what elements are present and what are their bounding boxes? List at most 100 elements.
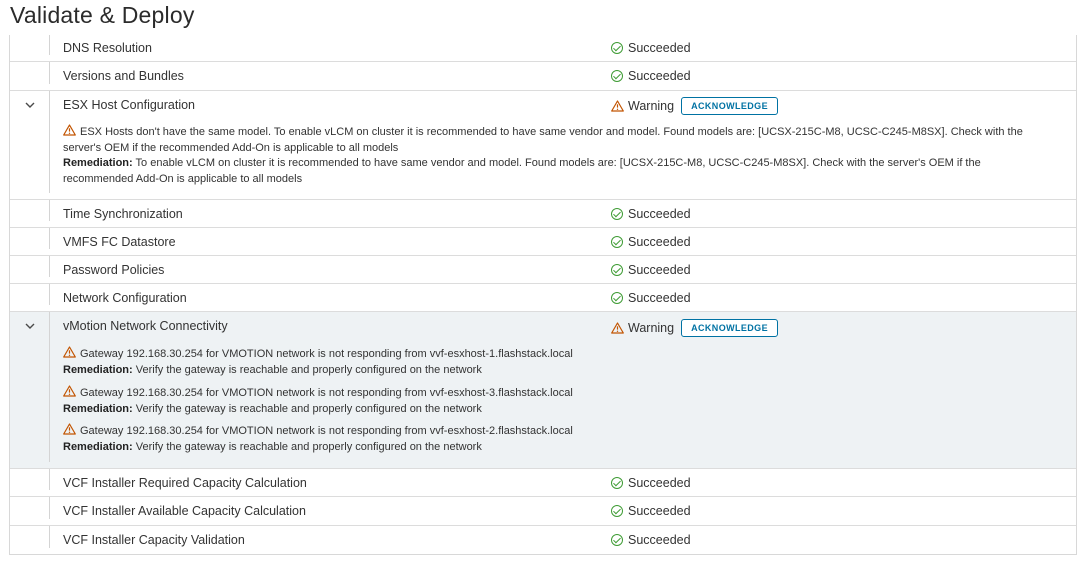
status-succeeded: Succeeded (611, 476, 691, 490)
remediation-line: Remediation: To enable vLCM on cluster i… (63, 156, 1053, 187)
check-circle-icon (611, 534, 623, 546)
check-circle-icon (611, 208, 623, 220)
chevron-down-icon[interactable] (24, 99, 36, 111)
validation-row-vcf-installer-capacity-validation: VCF Installer Capacity Validation Succee… (10, 526, 1076, 554)
check-name: Time Synchronization (63, 207, 183, 221)
warning-triangle-icon (611, 100, 624, 112)
check-circle-icon (611, 236, 623, 248)
check-name: VCF Installer Required Capacity Calculat… (63, 476, 307, 490)
warning-triangle-icon (63, 346, 76, 358)
status-label: Warning (628, 99, 675, 113)
validation-row-network-configuration: Network Configuration Succeeded (10, 284, 1076, 312)
validation-row-time-synchronization: Time Synchronization Succeeded (10, 200, 1076, 228)
validation-row-dns-resolution: DNS Resolution Succeeded (10, 35, 1076, 62)
check-circle-icon (611, 292, 623, 304)
acknowledge-button[interactable]: ACKNOWLEDGE (681, 319, 778, 337)
remediation-line: Remediation: Verify the gateway is reach… (63, 440, 1053, 456)
warning-triangle-icon (63, 385, 76, 397)
message-text-line: Gateway 192.168.30.254 for VMOTION netwo… (63, 346, 1053, 363)
warning-text: ESX Hosts don't have the same model. To … (63, 126, 1023, 154)
status-succeeded: Succeeded (611, 69, 691, 83)
row-divider (49, 312, 50, 462)
status-label: Warning (628, 321, 675, 335)
page-title: Validate & Deploy (10, 2, 195, 28)
row-divider (49, 469, 50, 490)
remediation-label: Remediation: (63, 157, 133, 169)
warning-triangle-icon (611, 322, 624, 334)
status-label: Succeeded (628, 291, 691, 305)
warning-message: Gateway 192.168.30.254 for VMOTION netwo… (63, 346, 1053, 378)
message-text-line: Gateway 192.168.30.254 for VMOTION netwo… (63, 385, 1053, 402)
validation-row-versions-and-bundles: Versions and Bundles Succeeded (10, 62, 1076, 91)
status-succeeded: Succeeded (611, 263, 691, 277)
remediation-label: Remediation: (63, 402, 133, 415)
remediation-text: To enable vLCM on cluster it is recommen… (63, 157, 981, 185)
message-text-line: Gateway 192.168.30.254 for VMOTION netwo… (63, 423, 1053, 440)
warning-message: ESX Hosts don't have the same model. To … (63, 124, 1053, 187)
status-succeeded: Succeeded (611, 41, 691, 55)
validation-row-password-policies: Password Policies Succeeded (10, 256, 1076, 284)
row-divider (49, 35, 50, 55)
validation-row-vmotion-network-connectivity: vMotion Network Connectivity Warning ACK… (10, 312, 1076, 469)
status-label: Succeeded (628, 504, 691, 518)
remediation-text: Verify the gateway is reachable and prop… (135, 363, 482, 376)
remediation-label: Remediation: (63, 440, 133, 453)
warning-triangle-icon (63, 124, 76, 136)
status-label: Succeeded (628, 263, 691, 277)
row-divider (49, 200, 50, 221)
check-circle-icon (611, 477, 623, 489)
validation-results-grid: DNS Resolution Succeeded Versions and Bu… (9, 35, 1077, 555)
chevron-down-icon[interactable] (24, 320, 36, 332)
message-text-line: ESX Hosts don't have the same model. To … (63, 124, 1053, 156)
status-succeeded: Succeeded (611, 504, 691, 518)
validation-row-vmfs-fc-datastore: VMFS FC Datastore Succeeded (10, 228, 1076, 256)
check-name: Versions and Bundles (63, 69, 184, 83)
check-circle-icon (611, 42, 623, 54)
warning-text: Gateway 192.168.30.254 for VMOTION netwo… (80, 348, 573, 360)
row-divider (49, 228, 50, 249)
status-label: Succeeded (628, 207, 691, 221)
check-circle-icon (611, 264, 623, 276)
warning-message: Gateway 192.168.30.254 for VMOTION netwo… (63, 385, 1053, 417)
check-circle-icon (611, 505, 623, 517)
warning-text: Gateway 192.168.30.254 for VMOTION netwo… (80, 425, 573, 437)
row-divider (49, 256, 50, 277)
validation-row-esx-host-configuration: ESX Host Configuration Warning ACKNOWLED… (10, 91, 1076, 200)
check-name: DNS Resolution (63, 41, 152, 55)
check-circle-icon (611, 70, 623, 82)
status-warning: Warning ACKNOWLEDGE (611, 97, 778, 115)
check-name: Network Configuration (63, 291, 187, 305)
remediation-text: Verify the gateway is reachable and prop… (135, 440, 482, 453)
status-label: Succeeded (628, 533, 691, 547)
status-succeeded: Succeeded (611, 235, 691, 249)
remediation-text: Verify the gateway is reachable and prop… (135, 402, 482, 415)
remediation-line: Remediation: Verify the gateway is reach… (63, 402, 1053, 418)
remediation-line: Remediation: Verify the gateway is reach… (63, 363, 1053, 379)
check-name: VMFS FC Datastore (63, 235, 176, 249)
row-divider (49, 497, 50, 519)
check-name: ESX Host Configuration (63, 98, 196, 112)
warning-text: Gateway 192.168.30.254 for VMOTION netwo… (80, 387, 573, 399)
status-succeeded: Succeeded (611, 533, 691, 547)
row-divider (49, 62, 50, 84)
check-name: Password Policies (63, 263, 165, 277)
check-name: VCF Installer Available Capacity Calcula… (63, 504, 306, 518)
status-label: Succeeded (628, 476, 691, 490)
warning-triangle-icon (63, 423, 76, 435)
row-divider (49, 284, 50, 305)
status-succeeded: Succeeded (611, 207, 691, 221)
status-label: Succeeded (628, 235, 691, 249)
row-divider (49, 91, 50, 193)
warning-message: Gateway 192.168.30.254 for VMOTION netwo… (63, 423, 1053, 455)
validation-row-vcf-installer-required-capacity: VCF Installer Required Capacity Calculat… (10, 469, 1076, 497)
remediation-label: Remediation: (63, 363, 133, 376)
status-label: Succeeded (628, 41, 691, 55)
row-divider (49, 526, 50, 548)
check-name: vMotion Network Connectivity (63, 319, 228, 333)
status-succeeded: Succeeded (611, 291, 691, 305)
validation-row-vcf-installer-available-capacity: VCF Installer Available Capacity Calcula… (10, 497, 1076, 526)
check-name: VCF Installer Capacity Validation (63, 533, 245, 547)
acknowledge-button[interactable]: ACKNOWLEDGE (681, 97, 778, 115)
status-label: Succeeded (628, 69, 691, 83)
status-warning: Warning ACKNOWLEDGE (611, 319, 778, 337)
